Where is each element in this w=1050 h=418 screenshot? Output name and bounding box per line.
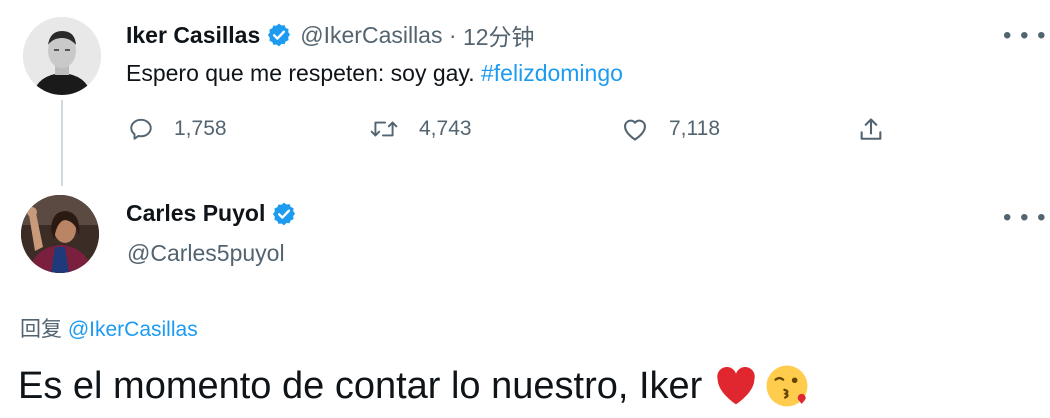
tweet-body-text: Espero que me respeten: soy gay.: [126, 60, 481, 86]
reply-author-row: Carles Puyol: [126, 200, 305, 227]
reply-icon: [130, 118, 152, 140]
reply-author-handle[interactable]: @Carles5puyol: [127, 240, 285, 267]
time-separator: ·: [442, 21, 463, 48]
replying-to-mention-link[interactable]: @IkerCasillas: [68, 318, 198, 341]
heart-outline-icon: [624, 119, 646, 141]
more-options-icon[interactable]: • • •: [1003, 204, 1047, 232]
author-display-name[interactable]: Iker Casillas: [126, 22, 260, 49]
share-button[interactable]: [857, 116, 905, 144]
more-options-icon[interactable]: • • •: [1003, 22, 1047, 50]
avatar-photo-icon: [23, 17, 101, 95]
tweet-text: Espero que me respeten: soy gay. #felizd…: [126, 60, 623, 87]
retweet-icon: [370, 121, 398, 137]
reply-tweet-text: Es el momento de contar lo nuestro, Iker: [18, 363, 810, 409]
reply-body-text: Es el momento de contar lo nuestro, Iker: [18, 364, 703, 407]
replying-to-label: 回复: [20, 318, 68, 341]
reply-author-display-name[interactable]: Carles Puyol: [126, 200, 265, 227]
kissing-face-emoji-icon: [766, 365, 808, 407]
verified-badge-icon: [273, 202, 296, 225]
retweet-button[interactable]: 4,743: [369, 116, 472, 142]
avatar-photo-icon: [21, 195, 99, 273]
thread-connector-line: [61, 100, 63, 186]
like-count: 7,118: [669, 117, 720, 140]
replying-to-line: 回复 @IkerCasillas: [20, 313, 198, 343]
tweet-timestamp[interactable]: 12分钟: [463, 18, 535, 52]
reply-button[interactable]: 1,758: [128, 116, 227, 142]
hashtag-link[interactable]: #felizdomingo: [481, 60, 623, 86]
share-icon: [860, 118, 882, 140]
reply-count: 1,758: [174, 117, 227, 140]
red-heart-emoji-icon: [717, 366, 756, 405]
casillas-avatar[interactable]: [23, 17, 101, 95]
like-button[interactable]: 7,118: [621, 116, 720, 142]
retweet-count: 4,743: [419, 117, 472, 140]
puyol-avatar[interactable]: [21, 195, 99, 273]
verified-badge-icon: [268, 23, 291, 47]
author-handle[interactable]: @IkerCasillas: [300, 22, 442, 49]
tweet-author-row: Iker Casillas @IkerCasillas · 12分钟: [126, 18, 535, 52]
